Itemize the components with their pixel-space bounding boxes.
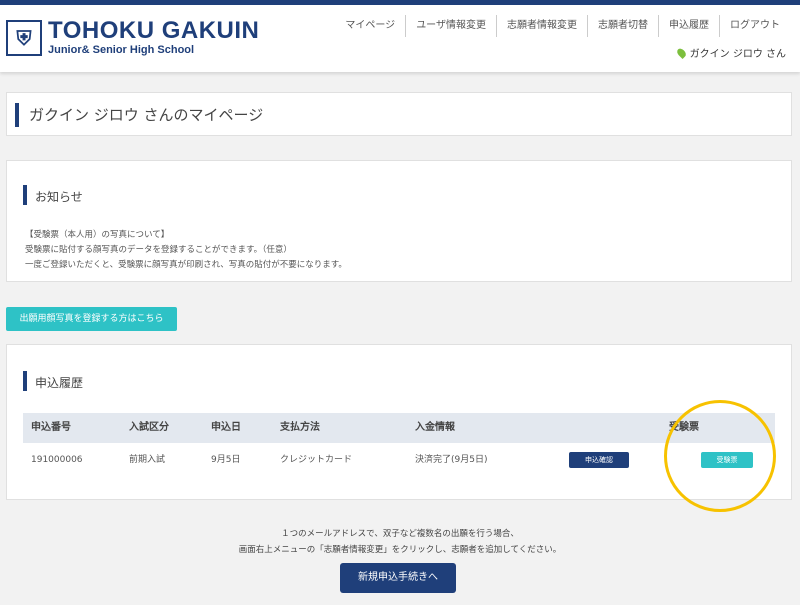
application-detail-button[interactable]: 申込確認 xyxy=(569,452,629,468)
page-title: ガクイン ジロウ さんのマイページ xyxy=(29,106,264,124)
current-user: ガクイン ジロウ さん xyxy=(675,45,786,60)
logo-text: TOHOKU GAKUIN Junior& Senior High School xyxy=(48,17,260,57)
page-title-box: ガクイン ジロウ さんのマイページ xyxy=(6,92,792,136)
nav-application-history[interactable]: 申込履歴 xyxy=(658,15,719,37)
nav-applicant-info-change[interactable]: 志願者情報変更 xyxy=(496,15,587,37)
logo-main-text: TOHOKU GAKUIN xyxy=(48,17,260,44)
register-photo-button[interactable]: 出願用顔写真を登録する方はこちら xyxy=(6,307,177,331)
nav-user-info-change[interactable]: ユーザ情報変更 xyxy=(405,15,496,37)
notice-accent-bar xyxy=(23,185,27,205)
table-row: 191000006 前期入試 9月5日 クレジットカード 決済完了(9月5日) … xyxy=(23,443,775,477)
notice-line: 受験票に貼付する顔写真のデータを登録することができます。（任意） xyxy=(25,245,292,255)
user-name: ガクイン ジロウ さん xyxy=(689,49,786,60)
history-accent-bar xyxy=(23,371,27,391)
nav-logout[interactable]: ログアウト xyxy=(719,15,790,37)
column-header: 申込番号 xyxy=(31,422,71,433)
exam-ticket-button[interactable]: 受験票 xyxy=(701,452,753,468)
school-logo[interactable]: ⛨ TOHOKU GAKUIN Junior& Senior High Scho… xyxy=(6,19,259,56)
application-date: 9月5日 xyxy=(211,455,241,465)
nav-applicant-switch[interactable]: 志願者切替 xyxy=(587,15,658,37)
top-nav: マイページ ユーザ情報変更 志願者情報変更 志願者切替 申込履歴 ログアウト xyxy=(335,15,790,37)
notice-panel: お知らせ 【受験票（本人用）の写真について】 受験票に貼付する顔写真のデータを登… xyxy=(6,160,792,282)
column-header: 支払方法 xyxy=(280,422,320,433)
column-header: 申込日 xyxy=(211,422,241,433)
user-leaf-icon xyxy=(675,46,688,59)
notice-line: 【受験票（本人用）の写真について】 xyxy=(25,230,170,240)
logo-sub-text: Junior& Senior High School xyxy=(48,44,195,56)
title-accent-bar xyxy=(15,103,19,127)
table-header: 申込番号 入試区分 申込日 支払方法 入金情報 受験票 xyxy=(23,413,775,443)
payment-method: クレジットカード xyxy=(280,455,353,465)
exam-category: 前期入試 xyxy=(129,455,166,465)
column-header: 受験票 xyxy=(669,422,699,433)
column-header: 入金情報 xyxy=(415,422,455,433)
application-number: 191000006 xyxy=(31,455,83,465)
payment-status: 決済完了(9月5日) xyxy=(415,455,488,465)
history-title: 申込履歴 xyxy=(35,376,84,390)
column-header: 入試区分 xyxy=(129,422,169,433)
nav-mypage[interactable]: マイページ xyxy=(335,15,405,37)
notice-line: 一度ご登録いただくと、受験票に顔写真が印刷され、写真の貼付が不要になります。 xyxy=(25,260,347,270)
site-header: ⛨ TOHOKU GAKUIN Junior& Senior High Scho… xyxy=(0,0,800,72)
note-line: 画面右上メニューの「志願者情報変更」をクリックし、志願者を追加してください。 xyxy=(238,545,562,555)
school-emblem-icon: ⛨ xyxy=(6,19,42,56)
notice-title: お知らせ xyxy=(35,190,83,204)
history-table: 申込番号 入試区分 申込日 支払方法 入金情報 受験票 191000006 前期… xyxy=(23,413,775,477)
new-application-button[interactable]: 新規申込手続きへ xyxy=(340,563,456,593)
note-line: １つのメールアドレスで、双子など複数名の出願を行う場合、 xyxy=(281,529,519,539)
application-history-panel: 申込履歴 申込番号 入試区分 申込日 支払方法 入金情報 受験票 1910000… xyxy=(6,344,792,500)
